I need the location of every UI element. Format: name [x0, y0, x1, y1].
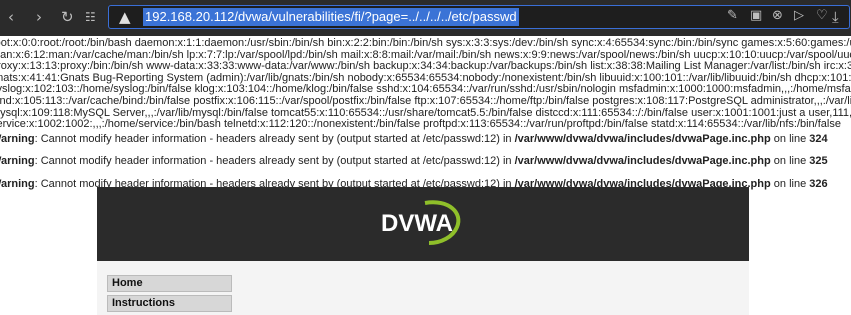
url-text[interactable]: 192.168.20.112/dvwa/vulnerabilities/fi/?… [143, 8, 519, 26]
dvwa-logo: DVWA [381, 200, 461, 245]
forward-icon[interactable]: › [36, 8, 42, 26]
reload-icon[interactable]: ↻ [61, 8, 74, 26]
warning-label: Warning [0, 132, 35, 145]
warning-path: /var/www/dvwa/dvwa/includes/dvwaPage.inc… [514, 155, 771, 168]
apps-grid-icon[interactable]: ☷ [85, 8, 96, 26]
warning-online: on line [770, 177, 810, 190]
warning-online: on line [770, 155, 810, 168]
dvwa-header: DVWA [97, 187, 749, 261]
warning-line: 324 [809, 132, 828, 145]
send-icon[interactable]: ▷ [794, 8, 804, 23]
heart-icon[interactable]: ♡ [816, 8, 828, 23]
php-warning: Warning: Cannot modify header informatio… [0, 132, 851, 146]
passwd-line: man:x:6:12:man:/var/cache/man:/bin/sh lp… [0, 49, 851, 61]
download-icon[interactable]: ⤓ [832, 8, 839, 26]
edit-url-icon[interactable]: ✎ [727, 8, 738, 23]
warning-label: Warning [0, 177, 35, 190]
warning-icon[interactable]: ▲ [119, 8, 131, 26]
dvwa-menu: Home Instructions [97, 261, 749, 315]
passwd-line: bind:x:105:113::/var/cache/bind:/bin/fal… [0, 95, 851, 107]
warning-online: on line [770, 132, 810, 145]
warning-path: /var/www/dvwa/dvwa/includes/dvwaPage.inc… [514, 132, 771, 145]
php-warning: Warning: Cannot modify header informatio… [0, 156, 851, 168]
passwd-line: syslog:x:102:103::/home/syslog:/bin/fals… [0, 84, 851, 96]
warning-line: 326 [809, 177, 828, 190]
passwd-line: gnats:x:41:41:Gnats Bug-Reporting System… [0, 72, 851, 84]
warning-text: : Cannot modify header information - hea… [34, 132, 515, 145]
warning-label: Warning [0, 155, 35, 168]
close-circle-icon[interactable]: ⊗ [772, 8, 783, 23]
dvwa-logo-text: DVWA [381, 210, 453, 237]
menu-item-instructions[interactable]: Instructions [107, 295, 232, 312]
page-output: root:x:0:0:root:/root:/bin/bash daemon:x… [0, 38, 851, 191]
passwd-line: service:x:1002:1002:,,,:/home/service:/b… [0, 119, 841, 131]
warning-line: 325 [809, 155, 828, 168]
back-icon[interactable]: ‹ [8, 8, 14, 26]
address-bar[interactable]: ▲ 192.168.20.112/dvwa/vulnerabilities/fi… [108, 5, 850, 29]
browser-toolbar: ‹ › ↻ ☷ ▲ 192.168.20.112/dvwa/vulnerabil… [0, 0, 851, 36]
warning-text: : Cannot modify header information - hea… [34, 155, 515, 168]
passwd-line: root:x:0:0:root:/root:/bin/bash daemon:x… [0, 38, 851, 49]
passwd-line: proxy:x:13:13:proxy:/bin:/bin/sh www-dat… [0, 61, 851, 73]
snapshot-icon[interactable]: ▣ [750, 8, 762, 23]
menu-item-home[interactable]: Home [107, 275, 232, 292]
passwd-line: mysql:x:109:118:MySQL Server,,,:/var/lib… [0, 107, 851, 119]
